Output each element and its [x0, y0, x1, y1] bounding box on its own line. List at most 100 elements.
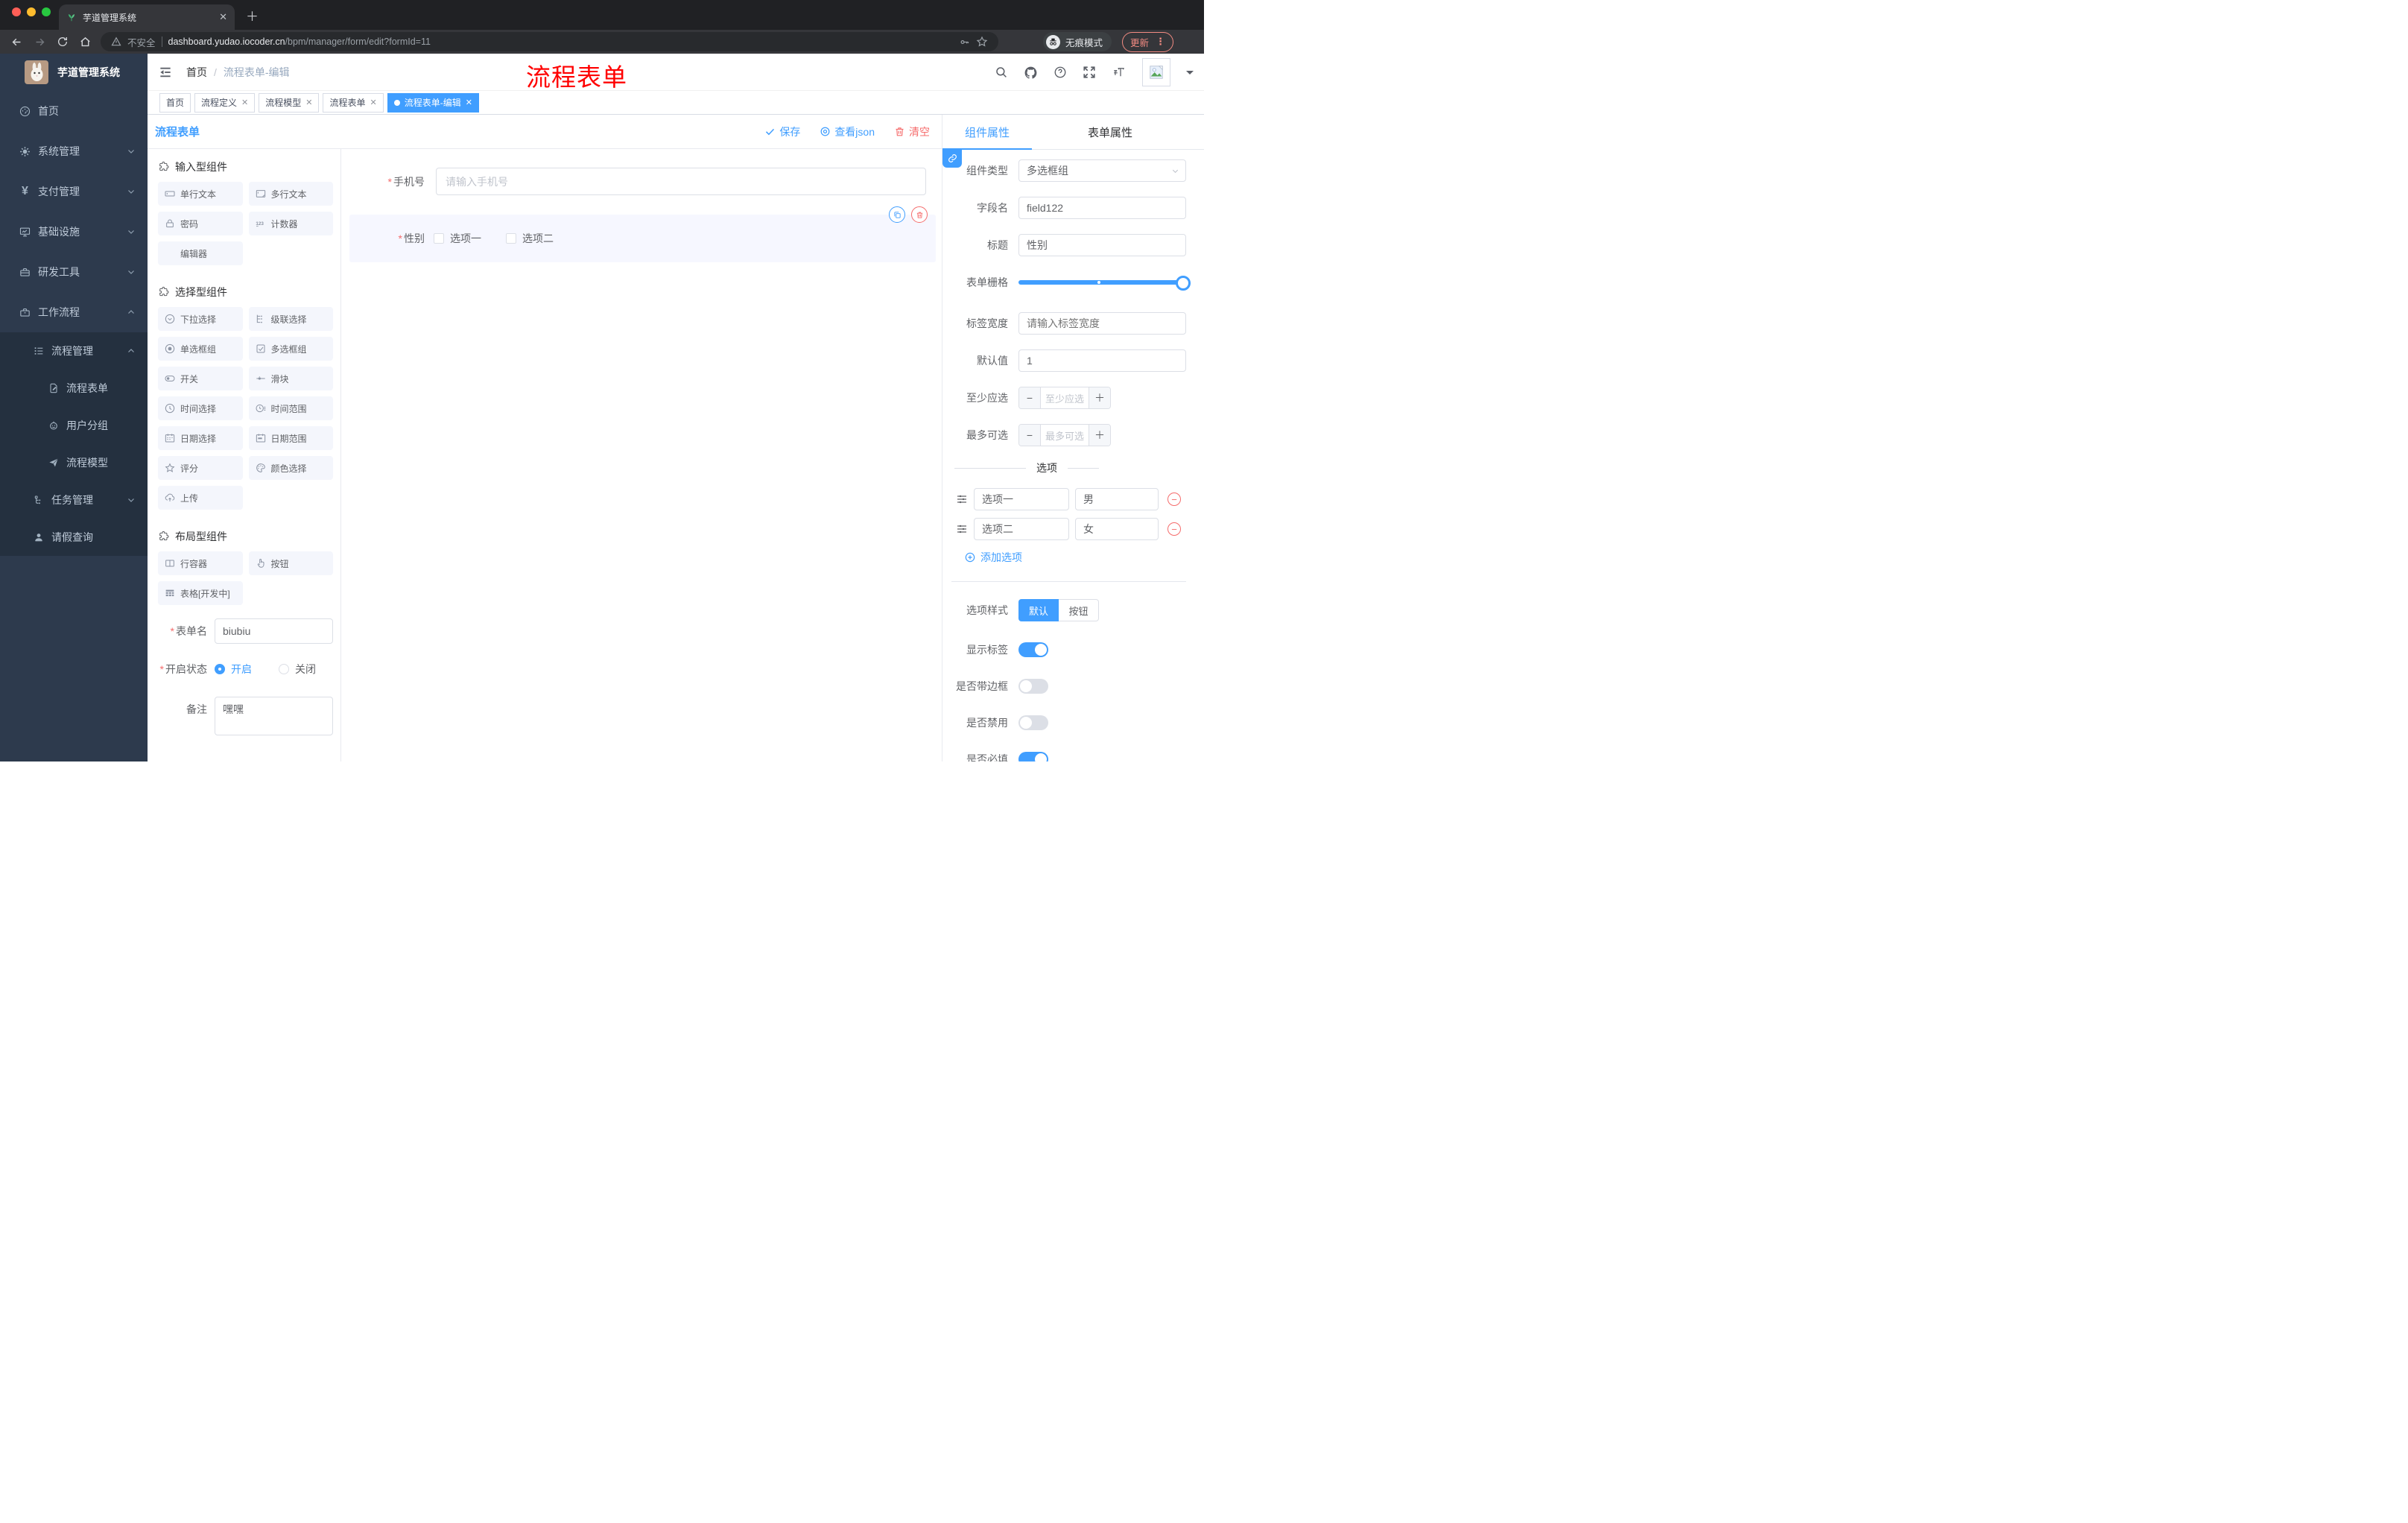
sidebar-logo[interactable]: 芋道管理系统	[0, 54, 148, 91]
slider-handle[interactable]	[1176, 276, 1191, 291]
update-button[interactable]: 更新 ⋮	[1122, 31, 1174, 52]
widget-table-dev[interactable]: 表格[开发中]	[158, 581, 243, 605]
widget-date-picker[interactable]: 日期选择	[158, 426, 243, 450]
sidebar-item-workflow[interactable]: 工作流程	[0, 292, 148, 332]
save-button[interactable]: 保存	[764, 124, 800, 139]
sidebar-item-task-mgmt[interactable]: 任务管理	[0, 481, 148, 519]
widget-row-container[interactable]: 行容器	[158, 551, 243, 575]
tag-process-definition[interactable]: 流程定义 ✕	[194, 92, 256, 113]
widget-multi-line-text[interactable]: 多行文本	[248, 182, 333, 206]
gender-option2-label[interactable]: 选项二	[522, 231, 554, 246]
caret-down-icon[interactable]	[1186, 70, 1194, 78]
title-input[interactable]	[1018, 234, 1186, 256]
label-width-input[interactable]	[1018, 312, 1186, 335]
option1-label-input[interactable]	[974, 488, 1069, 510]
show-label-toggle[interactable]	[1018, 642, 1048, 657]
widget-radio-group[interactable]: 单选框组	[158, 337, 243, 361]
status-off-radio[interactable]	[279, 664, 289, 674]
sidebar-item-user-group[interactable]: 用户分组	[0, 407, 148, 444]
fullscreen-icon[interactable]	[1083, 66, 1096, 79]
sidebar-item-home[interactable]: 首页	[0, 91, 148, 131]
view-json-button[interactable]: 查看json	[820, 124, 875, 139]
traffic-close-button[interactable]	[12, 7, 21, 16]
widget-single-line-text[interactable]: 单行文本	[158, 182, 243, 206]
gender-option2-checkbox[interactable]	[506, 233, 516, 244]
browser-menu-icon[interactable]: ⋮	[1156, 36, 1165, 48]
widget-editor[interactable]: 编辑器	[158, 241, 243, 265]
sidebar-item-process-mgmt[interactable]: 流程管理	[0, 332, 148, 370]
widget-switch[interactable]: 开关	[158, 367, 243, 390]
avatar[interactable]	[1142, 58, 1170, 86]
tag-home[interactable]: 首页	[159, 92, 191, 113]
sidebar-item-process-model[interactable]: 流程模型	[0, 444, 148, 481]
tag-close-icon[interactable]: ✕	[466, 98, 472, 107]
tab-form-props[interactable]: 表单属性	[1065, 124, 1155, 140]
selected-checkbox-component[interactable]: * 性别 选项一 选项二	[349, 206, 936, 262]
reload-icon[interactable]	[57, 36, 69, 48]
link-handle[interactable]	[942, 149, 962, 168]
decrease-button[interactable]: −	[1019, 425, 1041, 446]
widget-counter[interactable]: 123 计数器	[248, 212, 333, 235]
home-icon[interactable]	[79, 36, 92, 48]
font-size-icon[interactable]	[1112, 66, 1127, 79]
widget-time-picker[interactable]: 时间选择	[158, 396, 243, 420]
tag-process-form[interactable]: 流程表单 ✕	[323, 92, 384, 113]
forward-icon[interactable]	[34, 36, 46, 48]
widget-checkbox-group[interactable]: 多选框组	[248, 337, 333, 361]
min-select-placeholder[interactable]: 至少应选	[1041, 387, 1089, 408]
widget-cascader[interactable]: 级联选择	[248, 307, 333, 331]
gender-option1-checkbox[interactable]	[434, 233, 444, 244]
traffic-minimize-button[interactable]	[27, 7, 36, 16]
form-canvas[interactable]: * 手机号 请输入手机号 * 性别 选项一 选项二	[341, 149, 942, 762]
sidebar-collapse-icon[interactable]	[158, 65, 173, 80]
sidebar-item-devtools[interactable]: 研发工具	[0, 252, 148, 292]
remove-option-button[interactable]: −	[1167, 522, 1181, 536]
browser-tab[interactable]: 芋道管理系统 ✕	[59, 4, 235, 30]
clear-button[interactable]: 清空	[894, 124, 930, 139]
add-option-button[interactable]: 添加选项	[964, 550, 1186, 565]
tag-close-icon[interactable]: ✕	[241, 98, 248, 107]
option2-label-input[interactable]	[974, 518, 1069, 540]
form-remark-textarea[interactable]: 嘿嘿	[215, 697, 333, 735]
phone-field-input[interactable]: 请输入手机号	[436, 168, 926, 195]
sidebar-item-process-form[interactable]: 流程表单	[0, 370, 148, 407]
widget-upload[interactable]: 上传	[158, 486, 243, 510]
increase-button[interactable]: ＋	[1089, 425, 1110, 446]
url-bar[interactable]: 不安全 dashboard.yudao.iocoder.cn/bpm/manag…	[101, 32, 998, 51]
field-name-input[interactable]	[1018, 197, 1186, 219]
key-icon[interactable]	[959, 37, 970, 48]
max-select-placeholder[interactable]: 最多可选	[1041, 425, 1089, 446]
sidebar-item-payment[interactable]: ¥ 支付管理	[0, 171, 148, 212]
disabled-toggle[interactable]	[1018, 715, 1048, 730]
back-icon[interactable]	[10, 36, 23, 48]
form-name-input[interactable]	[215, 618, 333, 644]
tag-process-form-edit[interactable]: 流程表单-编辑 ✕	[387, 92, 479, 113]
widget-date-range[interactable]: 日期范围	[248, 426, 333, 450]
default-value-input[interactable]	[1018, 349, 1186, 372]
traffic-zoom-button[interactable]	[42, 7, 51, 16]
sidebar-item-infra[interactable]: 基础设施	[0, 212, 148, 252]
widget-dropdown[interactable]: 下拉选择	[158, 307, 243, 331]
new-tab-button[interactable]: ＋	[246, 6, 259, 25]
duplicate-component-button[interactable]	[889, 206, 905, 223]
option1-value-input[interactable]	[1075, 488, 1159, 510]
option2-value-input[interactable]	[1075, 518, 1159, 540]
component-type-select[interactable]: 多选框组	[1018, 159, 1186, 182]
widget-button[interactable]: 按钮	[248, 551, 333, 575]
style-button-button[interactable]: 按钮	[1059, 599, 1099, 621]
gender-option1-label[interactable]: 选项一	[450, 231, 481, 246]
status-on-radio[interactable]	[215, 664, 225, 674]
github-icon[interactable]	[1024, 66, 1038, 80]
widget-rate[interactable]: 评分	[158, 456, 243, 480]
widget-time-range[interactable]: 时间范围	[248, 396, 333, 420]
breadcrumb-home[interactable]: 首页	[186, 65, 207, 80]
help-icon[interactable]	[1054, 66, 1067, 79]
status-on-label[interactable]: 开启	[231, 662, 252, 677]
delete-component-button[interactable]	[911, 206, 928, 223]
tag-close-icon[interactable]: ✕	[305, 98, 312, 107]
status-off-label[interactable]: 关闭	[295, 662, 316, 677]
decrease-button[interactable]: −	[1019, 387, 1041, 408]
remove-option-button[interactable]: −	[1167, 493, 1181, 506]
bookmark-star-icon[interactable]	[976, 36, 988, 48]
widget-password[interactable]: 密码	[158, 212, 243, 235]
